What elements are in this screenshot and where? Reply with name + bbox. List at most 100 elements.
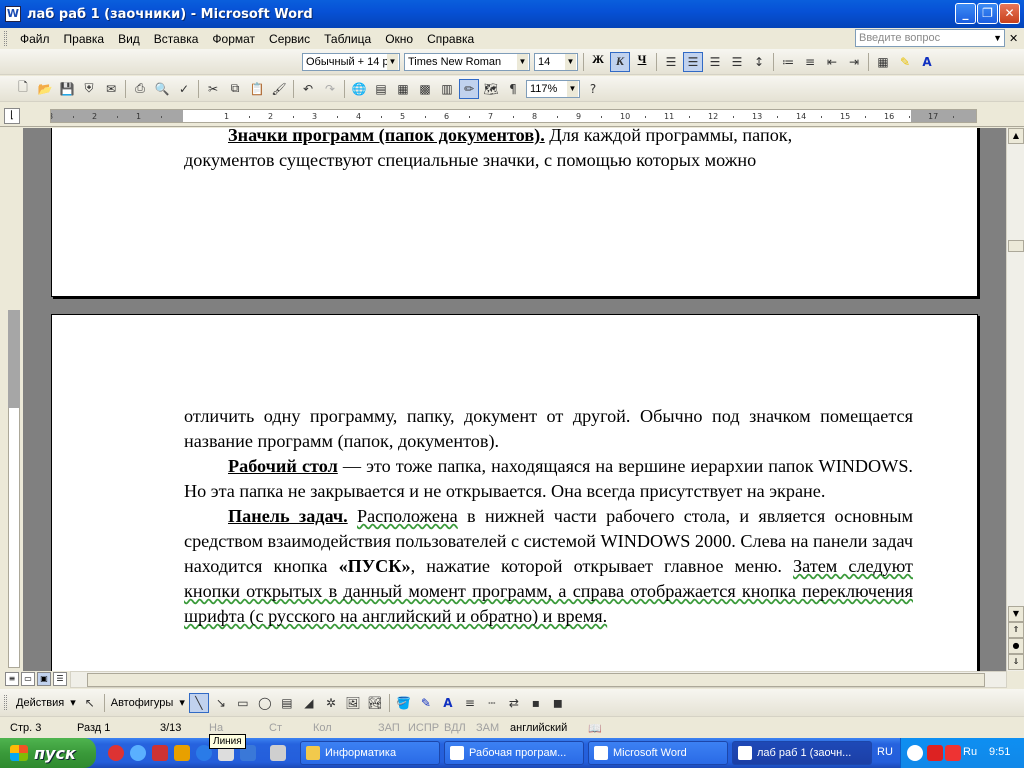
chevron-down-icon[interactable]: ▼ [387, 53, 398, 70]
underline-button[interactable]: Ч [632, 52, 652, 72]
page1-text[interactable]: Значки программ (папок документов). Для … [184, 128, 913, 173]
permission-icon[interactable]: ⛨ [79, 79, 99, 99]
clock[interactable]: 9:51 [989, 746, 1010, 758]
tray-arrow-icon[interactable] [907, 745, 923, 761]
app-icon[interactable] [152, 745, 168, 761]
borders-icon[interactable]: ▦ [873, 52, 893, 72]
actions-menu[interactable]: Действия [13, 697, 67, 709]
help-icon[interactable]: ? [583, 79, 603, 99]
start-button[interactable]: пуск [0, 738, 96, 768]
line-color-icon[interactable]: ✎ [416, 693, 436, 713]
chevron-down-icon[interactable]: ▾ [67, 696, 79, 709]
document-area[interactable]: Значки программ (папок документов). Для … [23, 128, 1006, 671]
increase-indent-icon[interactable]: ⇥ [844, 52, 864, 72]
scroll-thumb[interactable] [1008, 240, 1024, 252]
app-icon[interactable] [174, 745, 190, 761]
font-select[interactable]: Times New Roman ▼ [404, 52, 530, 71]
next-page-icon[interactable]: ⇓ [1008, 654, 1024, 670]
close-document-icon[interactable]: ✕ [1009, 32, 1018, 45]
horizontal-scrollbar[interactable] [70, 671, 1007, 688]
format-painter-icon[interactable]: 🖌 [269, 79, 289, 99]
arrow-style-icon[interactable]: ⇄ [504, 693, 524, 713]
antivirus-icon[interactable] [927, 745, 943, 761]
vertical-scrollbar[interactable]: ▲ ▼ ⇑ ● ⇓ [1006, 128, 1024, 671]
numbering-icon[interactable]: ≔ [778, 52, 798, 72]
page-2[interactable]: Значки программ (папок документов). Для … [51, 128, 978, 297]
autoshapes-menu[interactable]: Автофигуры [108, 697, 177, 709]
menu-format[interactable]: Формат [205, 32, 262, 46]
font-size-select[interactable]: 14 ▼ [534, 52, 578, 71]
select-objects-icon[interactable]: ↖ [80, 693, 100, 713]
chevron-down-icon[interactable]: ▼ [517, 53, 528, 70]
save-icon[interactable]: 💾 [57, 79, 77, 99]
status-ovr[interactable]: ЗАМ [476, 722, 499, 734]
chevron-down-icon[interactable]: ▼ [993, 30, 1002, 46]
copy-icon[interactable]: ⧉ [225, 79, 245, 99]
task-rabochaya[interactable]: Рабочая програм... [444, 741, 584, 765]
fill-color-icon[interactable]: 🪣 [394, 693, 414, 713]
justify-icon[interactable]: ☰ [727, 52, 747, 72]
align-left-icon[interactable]: ☰ [661, 52, 681, 72]
new-document-icon[interactable]: 🗋 [13, 79, 33, 99]
tables-borders-icon[interactable]: ▤ [371, 79, 391, 99]
open-icon[interactable]: 📂 [35, 79, 55, 99]
text-box-icon[interactable]: ▤ [277, 693, 297, 713]
bullets-icon[interactable]: ≡ [800, 52, 820, 72]
wordart-icon[interactable]: ◢ [299, 693, 319, 713]
line-icon[interactable]: ╲ [188, 692, 209, 713]
insert-picture-icon[interactable]: 🏞 [365, 693, 385, 713]
spelling-icon[interactable]: ✓ [174, 79, 194, 99]
web-view-icon[interactable]: ▭ [21, 672, 35, 686]
tab-selector[interactable]: ⌊ [4, 108, 20, 124]
undo-icon[interactable]: ↶ [298, 79, 318, 99]
title-bar[interactable]: W лаб раб 1 (заочники) - Microsoft Word … [0, 0, 1024, 28]
toolbar-grip[interactable] [4, 695, 7, 710]
normal-view-icon[interactable]: ≡ [5, 672, 19, 686]
tray-language[interactable]: Ru [963, 746, 977, 758]
shadow-icon[interactable]: ▪ [526, 693, 546, 713]
scroll-down-icon[interactable]: ▼ [1008, 606, 1024, 622]
dash-style-icon[interactable]: ┄ [482, 693, 502, 713]
menu-help[interactable]: Справка [420, 32, 481, 46]
print-icon[interactable]: ⎙ [130, 79, 150, 99]
show-hide-icon[interactable]: ¶ [503, 79, 523, 99]
status-trk[interactable]: ИСПР [408, 722, 439, 734]
print-preview-icon[interactable]: 🔍 [152, 79, 172, 99]
menu-tools[interactable]: Сервис [262, 32, 317, 46]
tray-app-icon[interactable] [945, 745, 961, 761]
cut-icon[interactable]: ✂ [203, 79, 223, 99]
arrow-icon[interactable]: ↘ [211, 693, 231, 713]
toolbar-grip[interactable] [4, 31, 7, 46]
outline-view-icon[interactable]: ☰ [53, 672, 67, 686]
browse-object-icon[interactable]: ● [1008, 638, 1024, 654]
ask-question-input[interactable]: Введите вопрос ▼ [855, 29, 1005, 47]
oval-icon[interactable]: ◯ [255, 693, 275, 713]
minimize-button[interactable]: _ [955, 3, 976, 24]
chevron-down-icon[interactable]: ▾ [176, 696, 188, 709]
spelling-status-icon[interactable]: 📖 [588, 722, 602, 735]
redo-icon[interactable]: ↷ [320, 79, 340, 99]
menu-file[interactable]: Файл [13, 32, 57, 46]
page2-text[interactable]: отличить одну программу, папку, документ… [184, 404, 913, 629]
align-center-icon[interactable]: ☰ [683, 51, 703, 72]
bold-button[interactable]: Ж [588, 52, 608, 72]
word-app-icon[interactable]: W [5, 6, 21, 22]
chevron-down-icon[interactable]: ▼ [567, 80, 578, 97]
vertical-ruler[interactable] [5, 128, 22, 668]
ruler-strip[interactable]: 3211234567891011121314151617 [50, 109, 977, 123]
task-lab-rab[interactable]: лаб раб 1 (заочн... [732, 741, 872, 765]
3d-icon[interactable]: ◼ [548, 693, 568, 713]
line-spacing-icon[interactable]: ↕ [749, 52, 769, 72]
columns-icon[interactable]: ▥ [437, 79, 457, 99]
page-3[interactable]: отличить одну программу, папку, документ… [51, 314, 978, 671]
decrease-indent-icon[interactable]: ⇤ [822, 52, 842, 72]
previous-page-icon[interactable]: ⇑ [1008, 622, 1024, 638]
email-icon[interactable]: ✉ [101, 79, 121, 99]
browser-icon[interactable] [108, 745, 124, 761]
menu-insert[interactable]: Вставка [147, 32, 206, 46]
close-button[interactable]: ✕ [999, 3, 1020, 24]
align-right-icon[interactable]: ☰ [705, 52, 725, 72]
task-microsoft-word[interactable]: Microsoft Word [588, 741, 728, 765]
status-rec[interactable]: ЗАП [378, 722, 400, 734]
font-color-icon[interactable]: A [438, 693, 458, 713]
